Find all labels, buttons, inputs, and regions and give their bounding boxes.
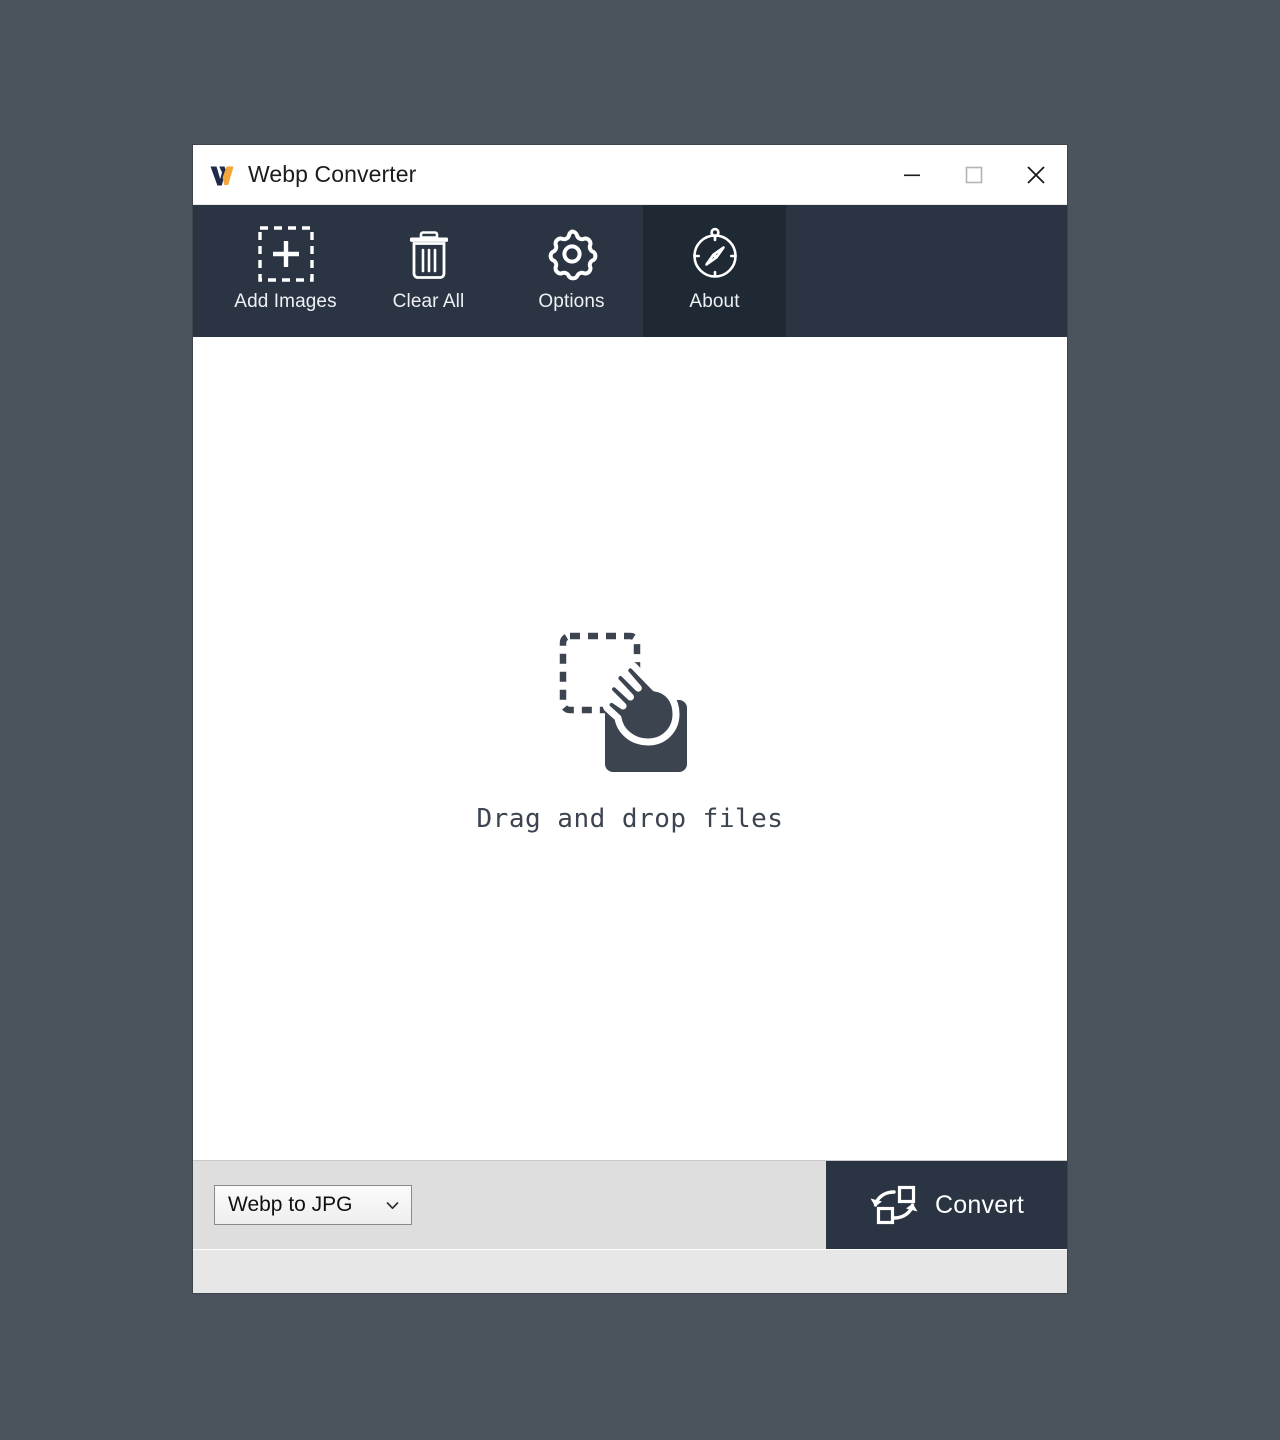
- toolbar-item-clear-all[interactable]: Clear All: [357, 205, 500, 337]
- window-title: Webp Converter: [248, 161, 417, 187]
- minimize-button[interactable]: [881, 145, 943, 204]
- add-images-icon: [257, 226, 314, 282]
- title-bar[interactable]: Webp Converter: [193, 145, 1067, 205]
- toolbar-item-add-images[interactable]: Add Images: [214, 205, 357, 337]
- convert-icon: [870, 1185, 918, 1225]
- drop-zone-content: Drag and drop files: [477, 628, 784, 834]
- maximize-icon: [965, 166, 983, 183]
- maximize-button[interactable]: [943, 145, 1005, 204]
- trash-icon-wrap: [400, 223, 458, 285]
- format-select-wrap: Webp to JPG: [214, 1185, 412, 1225]
- drop-zone[interactable]: Drag and drop files: [193, 337, 1067, 1160]
- toolbar-item-about[interactable]: About: [643, 205, 786, 337]
- close-icon: [1027, 165, 1045, 184]
- toolbar: Add Images Clear All Options About: [193, 205, 1067, 337]
- gear-icon: [548, 229, 597, 281]
- compass-icon-wrap: [686, 223, 744, 285]
- format-select[interactable]: Webp to JPG: [214, 1185, 412, 1225]
- toolbar-item-options[interactable]: Options: [500, 205, 643, 337]
- toolbar-item-add-images-label: Add Images: [234, 291, 337, 312]
- convert-button-label: Convert: [935, 1190, 1024, 1219]
- app-window: Webp Converter Add Images Clear All Opti…: [193, 145, 1067, 1293]
- add-images-icon-wrap: [257, 223, 315, 285]
- format-select-value: Webp to JPG: [228, 1193, 353, 1216]
- toolbar-item-clear-all-label: Clear All: [392, 291, 465, 312]
- status-bar: [193, 1249, 1067, 1293]
- trash-icon: [409, 231, 448, 279]
- minimize-icon: [904, 174, 920, 176]
- drop-zone-message: Drag and drop files: [476, 803, 784, 834]
- close-button[interactable]: [1005, 145, 1067, 204]
- toolbar-item-about-label: About: [689, 291, 740, 312]
- webp-w-logo-icon: [210, 166, 234, 185]
- window-controls: [881, 145, 1067, 204]
- toolbar-item-options-label: Options: [538, 291, 605, 312]
- action-bar: Webp to JPG Convert: [193, 1160, 1067, 1249]
- chevron-down-icon: [386, 1201, 399, 1209]
- gear-icon-wrap: [543, 223, 601, 285]
- compass-icon: [692, 227, 737, 278]
- convert-button[interactable]: Convert: [826, 1161, 1067, 1249]
- drag-and-drop-icon: [559, 632, 687, 772]
